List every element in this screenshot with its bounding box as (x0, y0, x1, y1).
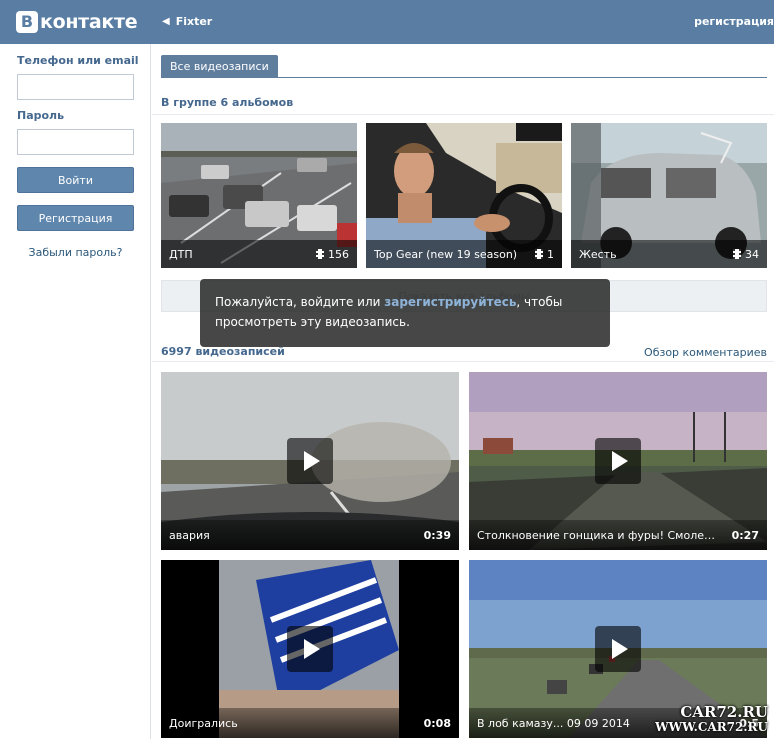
main-content: Все видеозаписи В группе 6 альбомов ДТП … (152, 44, 774, 739)
album-count: 156 (316, 248, 349, 261)
video-caption: авария 0:39 (161, 520, 459, 550)
play-icon[interactable] (287, 438, 333, 484)
comments-overview-link[interactable]: Обзор комментариев (644, 346, 767, 359)
play-icon[interactable] (595, 438, 641, 484)
login-button[interactable]: Войти (17, 167, 134, 193)
video-title: Столкновение гонщика и фуры! Смоленск. 1… (477, 528, 722, 542)
album-count-value: 1 (547, 247, 554, 261)
tooltip-register-link[interactable]: зарегистрируйтесь (384, 295, 516, 309)
video-title: В лоб камазу... 09 09 2014 (477, 716, 630, 730)
forgot-password-link[interactable]: Забыли пароль? (0, 246, 151, 259)
video-card[interactable]: Доигрались 0:08 (161, 560, 459, 738)
chevron-left-icon: ◀ (162, 16, 170, 27)
album-count: 34 (733, 248, 759, 261)
play-icon[interactable] (595, 626, 641, 672)
password-input[interactable] (17, 129, 134, 155)
tab-all-videos[interactable]: Все видеозаписи (161, 55, 278, 78)
film-icon (733, 249, 741, 259)
register-link[interactable]: регистрация (694, 15, 774, 28)
album-card[interactable]: Жесть 34 (571, 123, 767, 268)
video-caption: Столкновение гонщика и фуры! Смоленск. 1… (469, 520, 767, 550)
back-link[interactable]: ◀ Fixter (162, 15, 212, 28)
video-duration: 0:08 (423, 716, 451, 730)
album-title: Top Gear (new 19 season) (374, 247, 518, 261)
phone-label: Телефон или email (17, 54, 139, 67)
album-card[interactable]: Top Gear (new 19 season) 1 (366, 123, 562, 268)
divider (152, 114, 774, 115)
tooltip-text-before: Пожалуйста, войдите или (215, 295, 385, 309)
video-caption: Доигрались 0:08 (161, 708, 459, 738)
album-card[interactable]: ДТП 156 (161, 123, 357, 268)
logo-text: контакте (40, 11, 138, 33)
logo-badge: В (16, 11, 38, 33)
login-sidebar: Телефон или email Пароль Войти Регистрац… (0, 44, 151, 739)
play-icon[interactable] (287, 626, 333, 672)
album-caption: Top Gear (new 19 season) 1 (366, 240, 562, 268)
back-link-label: Fixter (175, 15, 213, 28)
top-header: В контакте ◀ Fixter регистрация (0, 0, 774, 44)
album-title: Жесть (579, 247, 617, 261)
album-title: ДТП (169, 247, 193, 261)
site-watermark: CAR72.RU WWW.CAR72.RU (655, 705, 768, 735)
phone-email-input[interactable] (17, 74, 134, 100)
watermark-line-2: WWW.CAR72.RU (655, 720, 768, 734)
album-count-value: 156 (328, 247, 349, 261)
video-title: авария (169, 528, 210, 542)
video-title: Доигрались (169, 716, 238, 730)
album-caption: ДТП 156 (161, 240, 357, 268)
film-icon (316, 249, 324, 259)
tabs-bar: Все видеозаписи (161, 55, 767, 78)
vk-logo[interactable]: В контакте (16, 10, 138, 34)
videos-count: 6997 видеозаписей (161, 345, 285, 358)
album-caption: Жесть 34 (571, 240, 767, 268)
video-duration: 0:27 (731, 528, 759, 542)
login-required-tooltip: Пожалуйста, войдите или зарегистрируйтес… (200, 279, 610, 347)
video-card[interactable]: Столкновение гонщика и фуры! Смоленск. 1… (469, 372, 767, 550)
password-label: Пароль (17, 109, 65, 122)
divider (152, 361, 774, 362)
register-button[interactable]: Регистрация (17, 205, 134, 231)
watermark-line-1: CAR72.RU (680, 703, 768, 721)
film-icon (535, 249, 543, 259)
albums-title: В группе 6 альбомов (161, 96, 294, 109)
album-count: 1 (535, 248, 554, 261)
video-duration: 0:39 (423, 528, 451, 542)
video-card[interactable]: авария 0:39 (161, 372, 459, 550)
album-count-value: 34 (745, 247, 759, 261)
